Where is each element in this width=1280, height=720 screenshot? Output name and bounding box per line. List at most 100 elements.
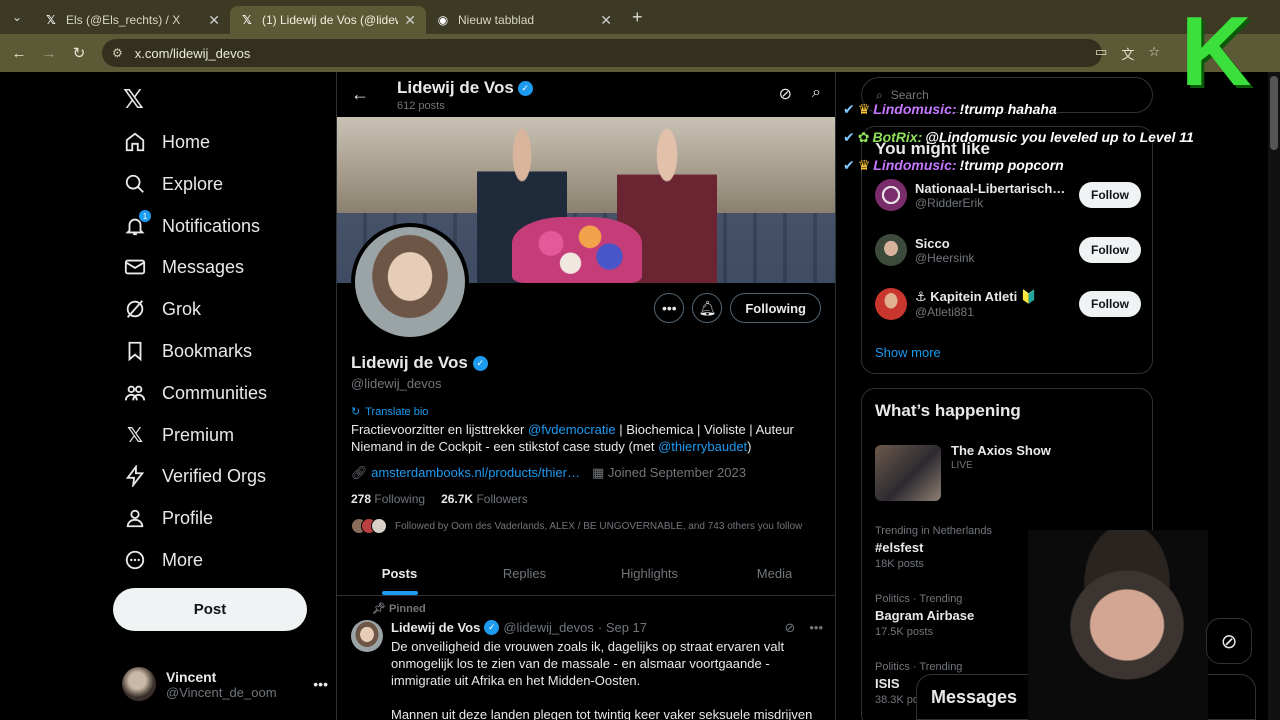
tab-close-icon[interactable]: ✕	[600, 12, 612, 29]
chat-user: Lindomusic:	[873, 101, 957, 117]
nav-item-verified-orgs[interactable]: Verified Orgs	[123, 456, 266, 496]
browser-tab-3[interactable]: ◉ Nieuw tabblad ✕	[426, 6, 622, 34]
tab-posts[interactable]: Posts	[337, 552, 462, 595]
tab-close-icon[interactable]: ✕	[404, 12, 416, 29]
chat-line: ✔ ♛ Lindomusic: !trump hahaha	[843, 95, 1223, 123]
nav-item-grok[interactable]: Grok	[123, 289, 201, 329]
search-icon[interactable]: ⌕	[812, 84, 821, 104]
grok-floating-button[interactable]: ⊘	[1206, 618, 1252, 664]
suggestion-name: ⚓ Kapitein Atleti 🔰	[915, 289, 1037, 304]
x-icon: 𝕏	[126, 424, 144, 447]
tweet-body: De onveiligheid die vrouwen zoals ik, da…	[391, 639, 813, 720]
show-more-link[interactable]: Show more	[875, 345, 941, 360]
nav-item-explore[interactable]: Explore	[123, 164, 223, 204]
grok-icon[interactable]: ⊘	[784, 620, 795, 636]
cast-icon[interactable]: ▭	[1095, 44, 1107, 63]
nav-item-messages[interactable]: Messages	[123, 247, 244, 287]
suggestion-item[interactable]: Nationaal-Libertarisch… @RidderErik Follo…	[875, 175, 1141, 215]
browser-tab-2[interactable]: 𝕏 (1) Lidewij de Vos (@lidewij_de ✕	[230, 6, 426, 34]
more-dots-icon[interactable]: •••	[313, 676, 328, 692]
avatar	[875, 234, 907, 266]
avatar	[371, 518, 387, 534]
forward-arrow-icon[interactable]: →	[34, 45, 64, 62]
link-icon: 🔗︎	[351, 465, 368, 480]
tweet-date[interactable]: · Sep 17	[598, 620, 647, 635]
profile-column: ← Lidewij de Vos ✓ 612 posts ⊘ ⌕ ••• 🔔︎ …	[336, 72, 836, 720]
nav-label: Communities	[162, 382, 268, 403]
verified-badge-icon: ✓	[472, 355, 488, 371]
new-tab-icon[interactable]: +	[632, 7, 643, 28]
avatar[interactable]	[351, 620, 383, 652]
bot-icon: ✿	[857, 128, 870, 145]
back-arrow-icon[interactable]: ←	[4, 45, 34, 62]
banner-flowers	[512, 217, 642, 283]
tab-replies[interactable]: Replies	[462, 552, 587, 595]
nav-item-profile[interactable]: Profile	[123, 498, 213, 538]
card-title: What’s happening	[875, 401, 1021, 420]
translate-bio-link[interactable]: ↻ Translate bio	[351, 405, 428, 419]
browser-tab-1[interactable]: 𝕏 Els (@Els_rechts) / X ✕	[34, 6, 230, 34]
tab-search-icon[interactable]: ⌄	[0, 0, 34, 34]
nav-item-home[interactable]: Home	[123, 122, 210, 162]
nav-label: Explore	[162, 173, 224, 194]
notification-subscribe-icon[interactable]: 🔔︎	[692, 293, 723, 323]
browser-tab-bar: ⌄ 𝕏 Els (@Els_rechts) / X ✕ 𝕏 (1) Lidewi…	[0, 0, 1280, 34]
bio-mention-link[interactable]: @fvdemocratie	[528, 422, 616, 437]
profile-avatar[interactable]	[351, 223, 469, 341]
post-button[interactable]: Post	[113, 588, 307, 631]
bio-mention-link[interactable]: @thierrybaudet	[658, 439, 747, 454]
tweet-author-handle[interactable]: @lidewij_devos	[503, 620, 594, 635]
following-button[interactable]: Following	[730, 293, 821, 323]
tab-title: Els (@Els_rechts) / X	[66, 13, 181, 27]
bio-text: )	[747, 439, 752, 454]
scrollbar-track[interactable]	[1268, 72, 1280, 720]
suggestion-item[interactable]: ⚓ Kapitein Atleti 🔰 @Atleti881 Follow	[875, 284, 1141, 324]
nav-item-communities[interactable]: Communities	[123, 373, 267, 413]
stream-k-logo: K	[1180, 0, 1252, 106]
more-options-icon[interactable]: •••	[654, 293, 685, 323]
suggestion-item[interactable]: Sicco @Heersink Follow	[875, 230, 1141, 270]
tab-close-icon[interactable]: ✕	[208, 12, 220, 29]
tweet-header: Lidewij de Vos ✓ @lidewij_devos · Sep 17	[391, 620, 647, 635]
back-arrow-icon[interactable]: ←	[351, 84, 369, 105]
follow-button[interactable]: Follow	[1079, 182, 1141, 208]
stream-chat-overlay: ✔ ♛ Lindomusic: !trump hahaha ✔ ✿ BotRix: …	[843, 95, 1223, 179]
nav-label: Verified Orgs	[162, 465, 267, 486]
profile-name: Lidewij de Vos ✓	[351, 353, 488, 373]
nav-item-premium[interactable]: 𝕏 Premium	[123, 415, 234, 455]
follow-button[interactable]: Follow	[1079, 237, 1141, 263]
nav-item-more[interactable]: More	[123, 540, 203, 580]
translate-icon[interactable]: 文	[1121, 44, 1134, 63]
site-info-icon[interactable]: ⚙	[112, 46, 123, 60]
followed-by[interactable]: Followed by Oom des Vaderlands, ALEX / B…	[351, 518, 802, 534]
account-switcher[interactable]: Vincent @Vincent_de_oom •••	[122, 662, 328, 706]
nav-item-bookmarks[interactable]: Bookmarks	[123, 331, 252, 371]
bookmark-icon	[123, 339, 147, 363]
more-dots-icon[interactable]: •••	[809, 620, 823, 636]
follow-button[interactable]: Follow	[1079, 291, 1141, 317]
live-thumbnail[interactable]	[875, 445, 941, 501]
tab-highlights[interactable]: Highlights	[587, 552, 712, 595]
tab-media[interactable]: Media	[712, 552, 835, 595]
followers-stat[interactable]: 26.7K Followers	[441, 492, 528, 506]
live-title[interactable]: The Axios Show	[951, 443, 1051, 458]
x-logo-icon[interactable]: 𝕏	[123, 84, 144, 115]
x-favicon-icon: 𝕏	[242, 13, 252, 27]
nav-item-notifications[interactable]: 1 Notifications	[123, 206, 260, 246]
tweet-author-name[interactable]: Lidewij de Vos	[391, 620, 480, 635]
pinned-tweet[interactable]: 📌︎ Pinned Lidewij de Vos ✓ @lidewij_devo…	[337, 596, 835, 720]
header-post-count: 612 posts	[397, 100, 445, 112]
scrollbar-thumb[interactable]	[1270, 76, 1278, 150]
url-field[interactable]: ⚙ x.com/lidewij_devos	[102, 39, 1102, 67]
reload-icon[interactable]: ↻	[64, 44, 94, 62]
website-link[interactable]: 🔗︎ amsterdambooks.nl/products/thier…	[351, 465, 580, 481]
lightning-icon	[123, 464, 147, 488]
address-bar: ← → ↻ ⚙ x.com/lidewij_devos ▭ 文 ☆	[0, 34, 1280, 72]
header-name: Lidewij de Vos ✓	[397, 78, 533, 98]
bookmark-star-icon[interactable]: ☆	[1148, 44, 1160, 63]
header-name-text: Lidewij de Vos	[397, 78, 514, 97]
checkmark-icon: ✔	[843, 128, 855, 145]
following-stat[interactable]: 278 Following	[351, 492, 425, 506]
profile-stats: 278 Following 26.7K Followers	[351, 492, 528, 506]
grok-icon[interactable]: ⊘	[779, 84, 792, 104]
